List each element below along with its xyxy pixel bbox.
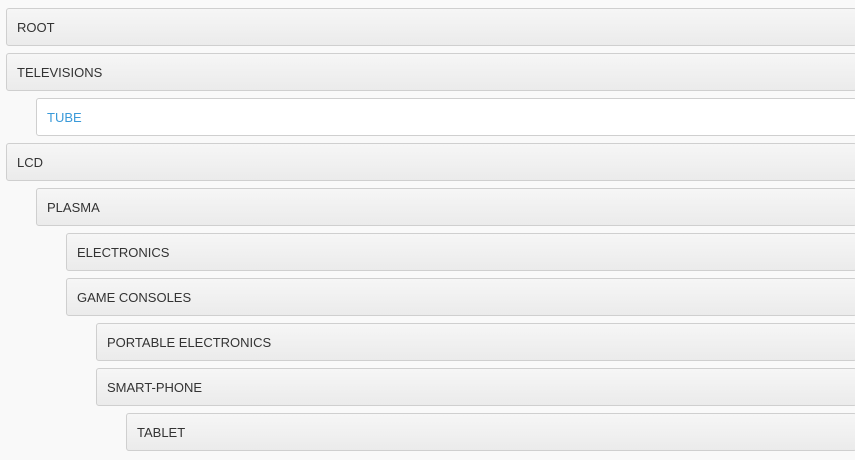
tree-node-label: SMART-PHONE (107, 379, 203, 395)
tree-node-label: PORTABLE ELECTRONICS (107, 334, 272, 350)
tree-node-label: LCD (17, 154, 44, 170)
tree-node-portable-electronics[interactable]: PORTABLE ELECTRONICS (96, 323, 855, 361)
tree-node-smart-phone[interactable]: SMART-PHONE (96, 368, 855, 406)
category-tree: ROOT TELEVISIONS TUBE LCD PLASMA ELECTRO… (0, 0, 855, 460)
tree-node-label: PLASMA (47, 199, 100, 215)
tree-node-label: ELECTRONICS (77, 244, 170, 260)
tree-node-tube[interactable]: TUBE (36, 98, 855, 136)
tree-node-electronics[interactable]: ELECTRONICS (66, 233, 855, 271)
tree-node-root[interactable]: ROOT (6, 8, 855, 46)
tree-node-televisions[interactable]: TELEVISIONS (6, 53, 855, 91)
tree-node-label: GAME CONSOLES (77, 289, 192, 305)
tree-node-label: TELEVISIONS (17, 64, 103, 80)
tree-node-tablet[interactable]: TABLET (126, 413, 855, 451)
tree-node-lcd[interactable]: LCD (6, 143, 855, 181)
tree-node-label: ROOT (17, 19, 55, 35)
tree-node-game-consoles[interactable]: GAME CONSOLES (66, 278, 855, 316)
tree-node-label: TUBE (47, 109, 82, 125)
tree-node-plasma[interactable]: PLASMA (36, 188, 855, 226)
tree-node-label: TABLET (137, 424, 186, 440)
